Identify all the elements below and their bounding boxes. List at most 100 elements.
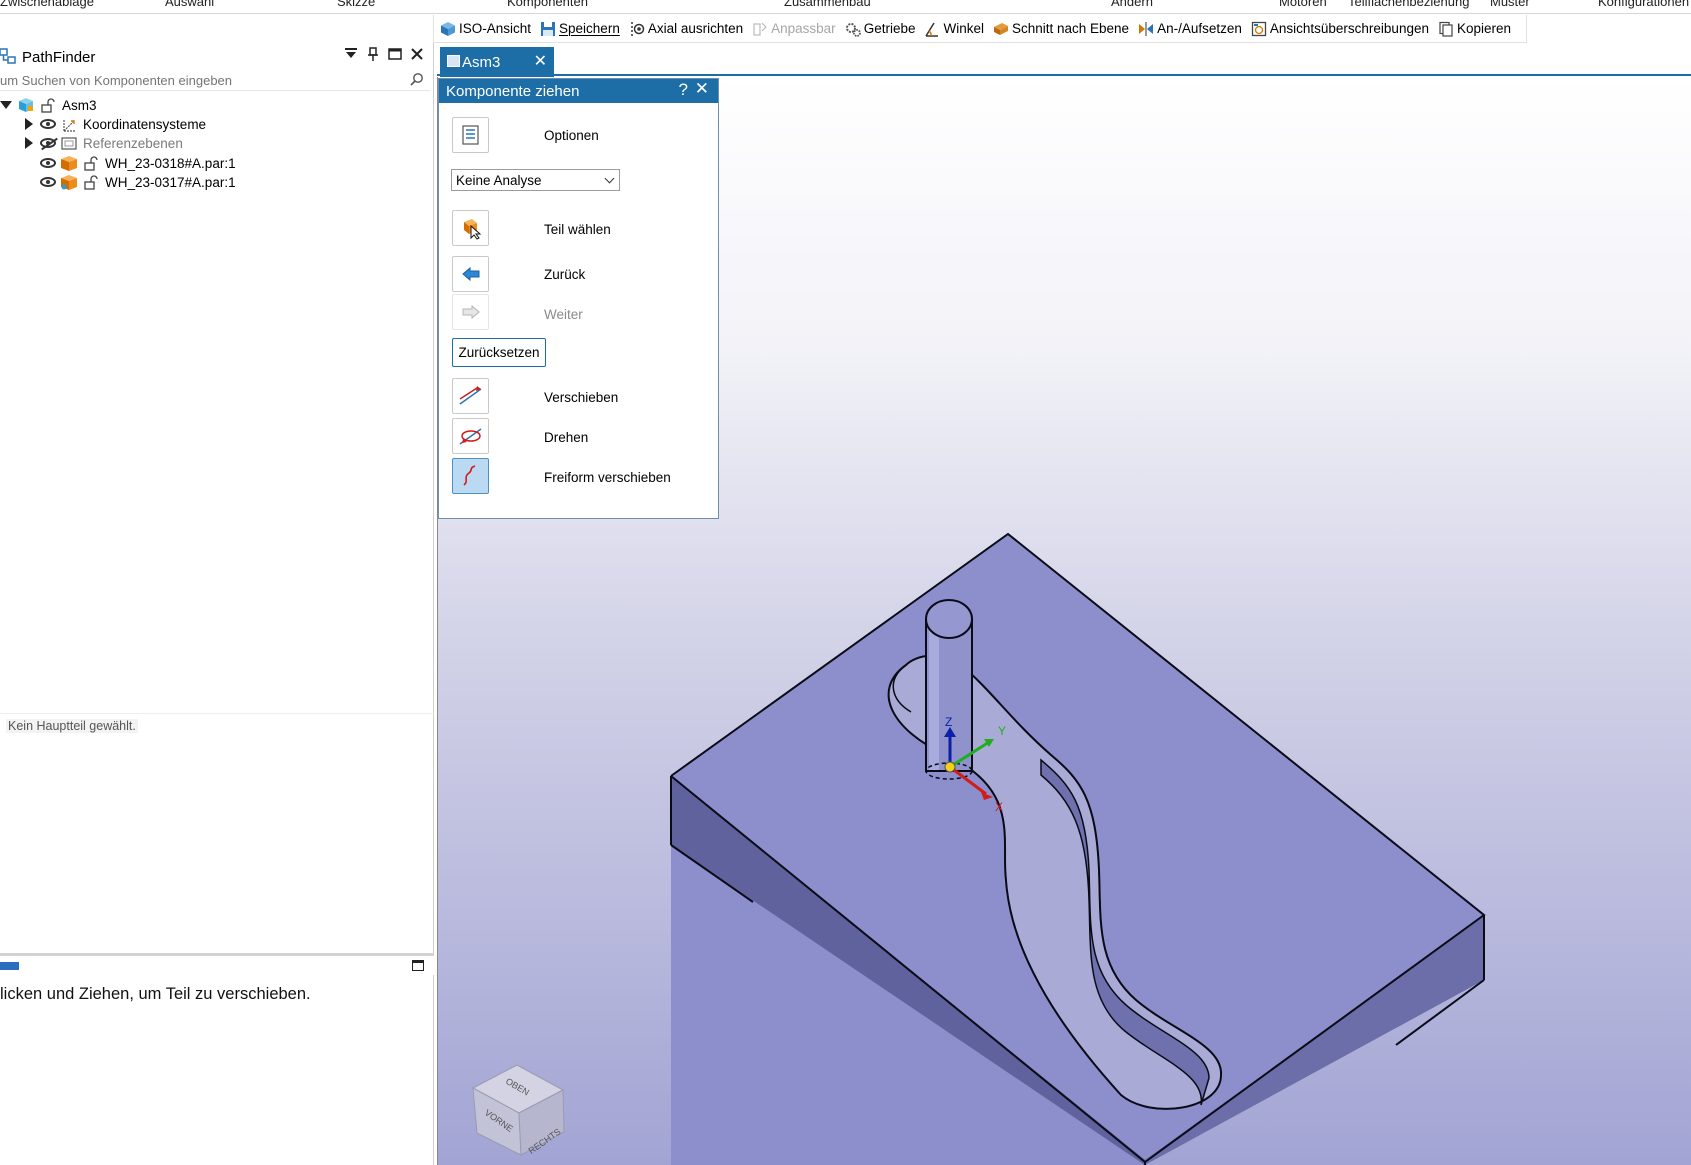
ribbon-group-face-relate[interactable]: Teilflächenbeziehung bbox=[1348, 0, 1469, 9]
tab-label: Asm3 bbox=[462, 53, 501, 71]
collapse-icon[interactable] bbox=[0, 101, 12, 109]
close-icon[interactable] bbox=[410, 47, 424, 64]
next-button[interactable] bbox=[452, 294, 489, 330]
ribbon-group-sketch[interactable]: Skizze bbox=[337, 0, 375, 9]
iso-view-label: ISO-Ansicht bbox=[459, 21, 532, 36]
search-icon[interactable] bbox=[410, 72, 424, 89]
triad-y-label: Y bbox=[998, 724, 1006, 738]
axial-align-label: Axial ausrichten bbox=[647, 21, 744, 36]
triad-z-label: Z bbox=[945, 715, 952, 729]
tree-item-label: Asm3 bbox=[62, 97, 97, 113]
move-icon bbox=[459, 386, 482, 405]
options-label: Optionen bbox=[544, 128, 599, 143]
copy-button[interactable]: Kopieren bbox=[1438, 21, 1511, 37]
view-overrides-button[interactable]: Ansichtsüberschreibungen bbox=[1251, 21, 1429, 37]
save-label: Speichern bbox=[559, 21, 620, 36]
back-button[interactable] bbox=[452, 256, 489, 292]
tree-item-reference-planes[interactable]: Referenzebenen bbox=[25, 133, 183, 153]
mate-button[interactable]: An-/Aufsetzen bbox=[1138, 21, 1242, 37]
expand-icon[interactable] bbox=[25, 118, 33, 130]
reference-plane-icon bbox=[61, 136, 78, 151]
pathfinder-title: PathFinder bbox=[22, 48, 96, 66]
freeform-move-label: Freiform verschieben bbox=[544, 470, 671, 485]
save-button[interactable]: Speichern bbox=[540, 21, 620, 37]
freeform-move-button[interactable] bbox=[452, 458, 489, 494]
component-search-input[interactable] bbox=[0, 71, 400, 89]
drag-component-dialog: Komponente ziehen ? ✕ Optionen Keine Ana… bbox=[438, 78, 719, 519]
view-overrides-label: Ansichtsüberschreibungen bbox=[1269, 21, 1429, 36]
maximize-icon[interactable] bbox=[388, 47, 402, 64]
rotate-button[interactable] bbox=[452, 418, 489, 454]
visible-eye-icon[interactable] bbox=[40, 158, 56, 168]
view-cube[interactable]: OBEN VORNE RECHTS bbox=[471, 1064, 565, 1156]
ribbon-group-configurations[interactable]: Konfigurationen bbox=[1598, 0, 1689, 9]
arrow-left-icon bbox=[462, 266, 480, 282]
visible-eye-icon[interactable] bbox=[40, 177, 56, 187]
analysis-dropdown[interactable]: Keine Analyse bbox=[451, 169, 620, 191]
back-label: Zurück bbox=[544, 267, 586, 282]
tree-item-part-0318[interactable]: WH_23-0318#A.par:1 bbox=[40, 153, 236, 173]
options-button[interactable] bbox=[452, 117, 489, 153]
maximize-icon[interactable] bbox=[412, 960, 424, 971]
mate-label: An-/Aufsetzen bbox=[1157, 21, 1242, 36]
ribbon-group-modify[interactable]: Ändern bbox=[1111, 0, 1153, 9]
unlock-icon bbox=[40, 97, 57, 113]
main-part-status: Kein Hauptteil gewählt. bbox=[6, 719, 138, 733]
section-plane-icon bbox=[993, 21, 1009, 37]
ribbon-group-motors[interactable]: Motoren bbox=[1279, 0, 1327, 9]
axial-align-button[interactable]: Axial ausrichten bbox=[629, 21, 743, 37]
gears-label: Getriebe bbox=[863, 21, 916, 36]
dropdown-icon[interactable] bbox=[344, 47, 358, 64]
select-part-button[interactable] bbox=[452, 210, 489, 246]
mate-icon bbox=[1138, 21, 1154, 37]
prompt-bar-tag bbox=[0, 962, 19, 970]
document-tabstrip: Asm3 ✕ bbox=[437, 43, 1691, 77]
ribbon-group-components[interactable]: Komponenten bbox=[507, 0, 588, 9]
next-label: Weiter bbox=[544, 307, 583, 322]
tree-item-label: Koordinatensysteme bbox=[83, 116, 207, 132]
reset-button[interactable]: Zurücksetzen bbox=[452, 338, 546, 367]
triad-x-label: X bbox=[995, 800, 1003, 814]
select-part-icon bbox=[464, 219, 482, 240]
visible-eye-icon[interactable] bbox=[40, 119, 56, 129]
ribbon-group-select[interactable]: Auswahl bbox=[165, 0, 214, 9]
analysis-value: Keine Analyse bbox=[456, 172, 542, 188]
adjustable-button[interactable]: Anpassbar bbox=[752, 21, 836, 37]
options-icon bbox=[462, 125, 479, 145]
ribbon-group-assemble[interactable]: Zusammenbau bbox=[784, 0, 871, 9]
save-icon bbox=[540, 21, 556, 37]
angle-button[interactable]: Winkel bbox=[924, 21, 984, 37]
gears-button[interactable]: Getriebe bbox=[845, 21, 916, 37]
command-prompt-text: licken und Ziehen, um Teil zu verschiebe… bbox=[0, 985, 311, 1003]
close-icon[interactable]: ✕ bbox=[695, 79, 709, 99]
section-by-plane-button[interactable]: Schnitt nach Ebene bbox=[993, 21, 1129, 37]
ribbon-group-clipboard[interactable]: Zwischenablage bbox=[0, 0, 94, 9]
assembly-doc-icon bbox=[447, 55, 460, 67]
tree-item-label: WH_23-0318#A.par:1 bbox=[105, 155, 236, 171]
freeform-icon bbox=[463, 465, 476, 486]
pin-icon[interactable] bbox=[366, 47, 380, 64]
rotate-icon bbox=[459, 428, 482, 445]
tree-item-coordinate-systems[interactable]: Koordinatensysteme bbox=[25, 114, 206, 134]
hidden-eye-icon[interactable] bbox=[40, 138, 56, 148]
tree-item-part-0317[interactable]: WH_23-0317#A.par:1 bbox=[40, 172, 236, 192]
coordinate-system-icon bbox=[61, 117, 78, 132]
tree-item-asm3[interactable]: Asm3 bbox=[0, 95, 97, 115]
adjustable-label: Anpassbar bbox=[771, 21, 836, 36]
arrow-right-icon bbox=[462, 304, 480, 320]
expand-icon[interactable] bbox=[25, 137, 33, 149]
iso-view-button[interactable]: ISO-Ansicht bbox=[440, 21, 531, 37]
tab-asm3[interactable]: Asm3 ✕ bbox=[440, 47, 554, 77]
tree-item-label: Referenzebenen bbox=[83, 135, 183, 151]
move-button[interactable] bbox=[452, 378, 489, 414]
angle-label: Winkel bbox=[943, 21, 984, 36]
close-tab-icon[interactable]: ✕ bbox=[534, 51, 547, 71]
tree-item-label: WH_23-0317#A.par:1 bbox=[105, 174, 236, 190]
cube-icon bbox=[440, 21, 456, 37]
help-icon[interactable]: ? bbox=[679, 80, 688, 100]
copy-label: Kopieren bbox=[1456, 21, 1512, 36]
gear-icon bbox=[845, 21, 861, 37]
ribbon-group-pattern[interactable]: Muster bbox=[1490, 0, 1530, 9]
panel-divider bbox=[0, 713, 434, 714]
section-by-plane-label: Schnitt nach Ebene bbox=[1011, 21, 1130, 36]
